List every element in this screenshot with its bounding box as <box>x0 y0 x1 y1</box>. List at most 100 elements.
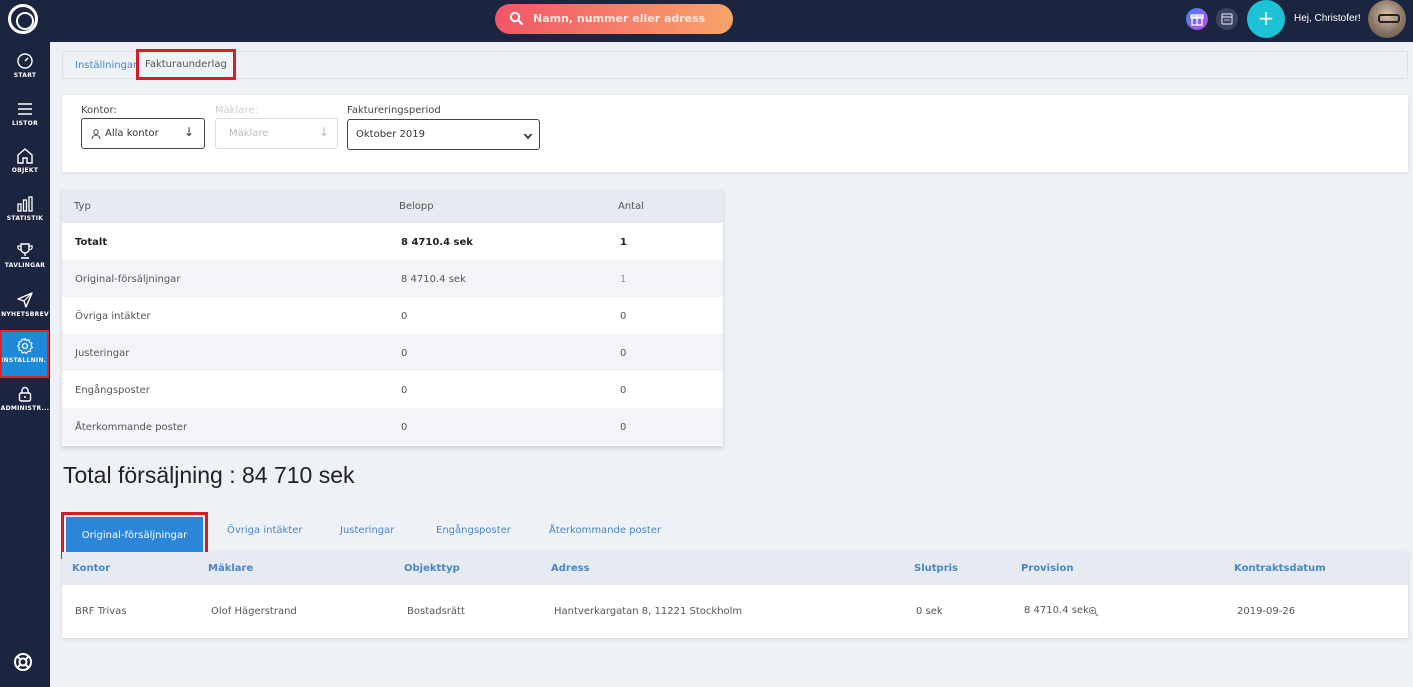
row-type: Totalt <box>75 237 108 248</box>
sidebar-item-installningar[interactable]: INSTÄLLNIN... <box>0 330 49 378</box>
period-label: Faktureringsperiod <box>347 105 441 116</box>
sidebar-item-listor[interactable]: LISTOR <box>0 94 50 140</box>
row-amount: 0 <box>401 311 408 322</box>
breadcrumb-fakturaunderlag[interactable]: Fakturaunderlag <box>136 49 236 80</box>
table-row: Original-försäljningar 8 4710.4 sek 1 <box>62 260 723 297</box>
column-header-maklare[interactable]: Mäklare <box>208 563 253 574</box>
row-amount: 8 4710.4 sek <box>401 237 473 248</box>
cell-agent: Olof Hägerstrand <box>211 606 297 617</box>
tab-label: Original-försäljningar <box>66 517 203 554</box>
agent-label: Mäklare: <box>215 105 258 116</box>
breadcrumb-installningar[interactable]: Inställningar <box>75 60 137 71</box>
cell-price: 0 sek <box>916 606 943 617</box>
user-greeting: Hej, Christofer! <box>1294 13 1361 24</box>
period-value: Oktober 2019 <box>356 129 425 140</box>
table-row: Återkommande poster 0 0 <box>62 408 723 445</box>
row-amount: 8 4710.4 sek <box>401 274 466 285</box>
sidebar-item-objekt[interactable]: OBJEKT <box>0 141 50 187</box>
cell-commission: 8 4710.4 sek <box>1024 605 1089 616</box>
column-header-typ: Typ <box>74 201 91 212</box>
row-count: 1 <box>620 274 627 285</box>
sidebar-item-tavlingar[interactable]: TÄVLINGAR <box>0 236 50 282</box>
app-logo-icon[interactable] <box>8 4 38 34</box>
sidebar-item-label: OBJEKT <box>11 167 39 174</box>
zoom-in-icon[interactable] <box>1088 606 1099 617</box>
row-type: Original-försäljningar <box>75 274 181 285</box>
help-lifebuoy-icon[interactable] <box>13 652 33 672</box>
office-select[interactable]: Alla kontor ↓ <box>81 118 205 149</box>
row-amount: 0 <box>401 385 408 396</box>
total-sales-heading: Total försäljning : 84 710 sek <box>63 462 355 488</box>
lock-icon <box>18 386 32 402</box>
column-header-antal: Antal <box>618 201 645 212</box>
office-value: Alla kontor <box>105 128 159 139</box>
sidebar-item-statistik[interactable]: STATISTIK <box>0 189 50 235</box>
row-amount: 0 <box>401 348 408 359</box>
summary-table: Typ Belopp Antal Totalt 8 4710.4 sek 1 O… <box>62 190 723 446</box>
avatar[interactable] <box>1368 0 1406 38</box>
table-row: Engångsposter 0 0 <box>62 371 723 408</box>
search-icon <box>509 11 523 25</box>
sidebar-item-administration[interactable]: ADMINISTR... <box>0 379 50 425</box>
sidebar-item-nyhetsbrev[interactable]: NYHETSBREV <box>0 285 50 331</box>
results-header: Kontor Mäklare Objekttyp Adress Slutpris… <box>62 552 1408 585</box>
search-bar[interactable]: Namn, nummer eller adress <box>495 4 733 34</box>
sidebar-item-label: START <box>13 72 37 79</box>
trophy-icon <box>17 243 33 259</box>
sidebar-item-label: INSTÄLLNIN... <box>1 357 48 364</box>
period-select[interactable]: Oktober 2019 <box>347 119 540 150</box>
cell-object-type: Bostadsrätt <box>407 606 465 617</box>
column-header-kontraktsdatum[interactable]: Kontraktsdatum <box>1234 563 1326 574</box>
breadcrumb: Inställningar Fakturaunderlag <box>62 49 1408 80</box>
tab-justeringar[interactable]: Justeringar <box>340 525 394 536</box>
sort-arrow-icon: ↓ <box>183 125 194 139</box>
column-header-slutpris[interactable]: Slutpris <box>914 563 958 574</box>
cell-address: Hantverkargatan 8, 11221 Stockholm <box>554 606 743 617</box>
tab-ovriga-intakter[interactable]: Övriga intäkter <box>227 525 302 536</box>
plus-icon: + <box>1257 6 1275 30</box>
column-header-adress[interactable]: Adress <box>551 563 590 574</box>
row-type: Justeringar <box>75 348 130 359</box>
sidebar-item-label: NYHETSBREV <box>1 311 49 318</box>
column-header-kontor[interactable]: Kontor <box>72 563 110 574</box>
list-icon <box>18 103 32 115</box>
row-count: 0 <box>620 422 627 433</box>
gear-icon <box>16 337 33 355</box>
bar-chart-icon <box>17 196 33 212</box>
user-icon <box>91 129 101 139</box>
summary-header: Typ Belopp Antal <box>62 190 723 223</box>
sort-arrow-icon: ↓ <box>318 125 329 139</box>
paper-plane-icon <box>17 292 33 308</box>
sidebar-item-label: ADMINISTR... <box>0 405 50 412</box>
cell-office: BRF Trivas <box>75 606 127 617</box>
row-type: Återkommande poster <box>75 422 188 433</box>
sidebar-item-label: STATISTIK <box>6 215 44 222</box>
agent-select[interactable]: Mäklare ↓ <box>215 118 338 149</box>
table-row: Justeringar 0 0 <box>62 334 723 371</box>
table-row: Totalt 8 4710.4 sek 1 <box>62 223 723 260</box>
search-input[interactable]: Namn, nummer eller adress <box>533 12 705 25</box>
office-label: Kontor: <box>81 105 117 116</box>
cell-contract-date: 2019-09-26 <box>1237 606 1296 617</box>
row-type: Engångsposter <box>75 385 150 396</box>
sidebar-item-start[interactable]: START <box>0 46 50 92</box>
top-bar: Namn, nummer eller adress + Hej, Christo… <box>0 0 1413 42</box>
filter-panel: Kontor: Alla kontor ↓ Mäklare: Mäklare ↓… <box>62 95 1408 172</box>
tab-aterkommande-poster[interactable]: Återkommande poster <box>549 525 661 536</box>
row-count: 0 <box>620 311 627 322</box>
gift-icon[interactable] <box>1186 8 1208 30</box>
home-icon <box>17 148 33 164</box>
column-header-provision[interactable]: Provision <box>1021 563 1073 574</box>
sidebar-item-label: LISTOR <box>12 120 38 127</box>
agent-placeholder: Mäklare <box>229 128 269 139</box>
row-amount: 0 <box>401 422 408 433</box>
column-header-objekttyp[interactable]: Objekttyp <box>404 563 460 574</box>
calendar-icon[interactable] <box>1216 8 1238 30</box>
add-button[interactable]: + <box>1247 0 1285 38</box>
row-count: 0 <box>620 385 627 396</box>
row-count: 1 <box>620 237 627 248</box>
column-header-belopp: Belopp <box>399 201 434 212</box>
tab-engangsposter[interactable]: Engångsposter <box>436 525 511 536</box>
gauge-icon <box>17 53 33 69</box>
row-count: 0 <box>620 348 627 359</box>
